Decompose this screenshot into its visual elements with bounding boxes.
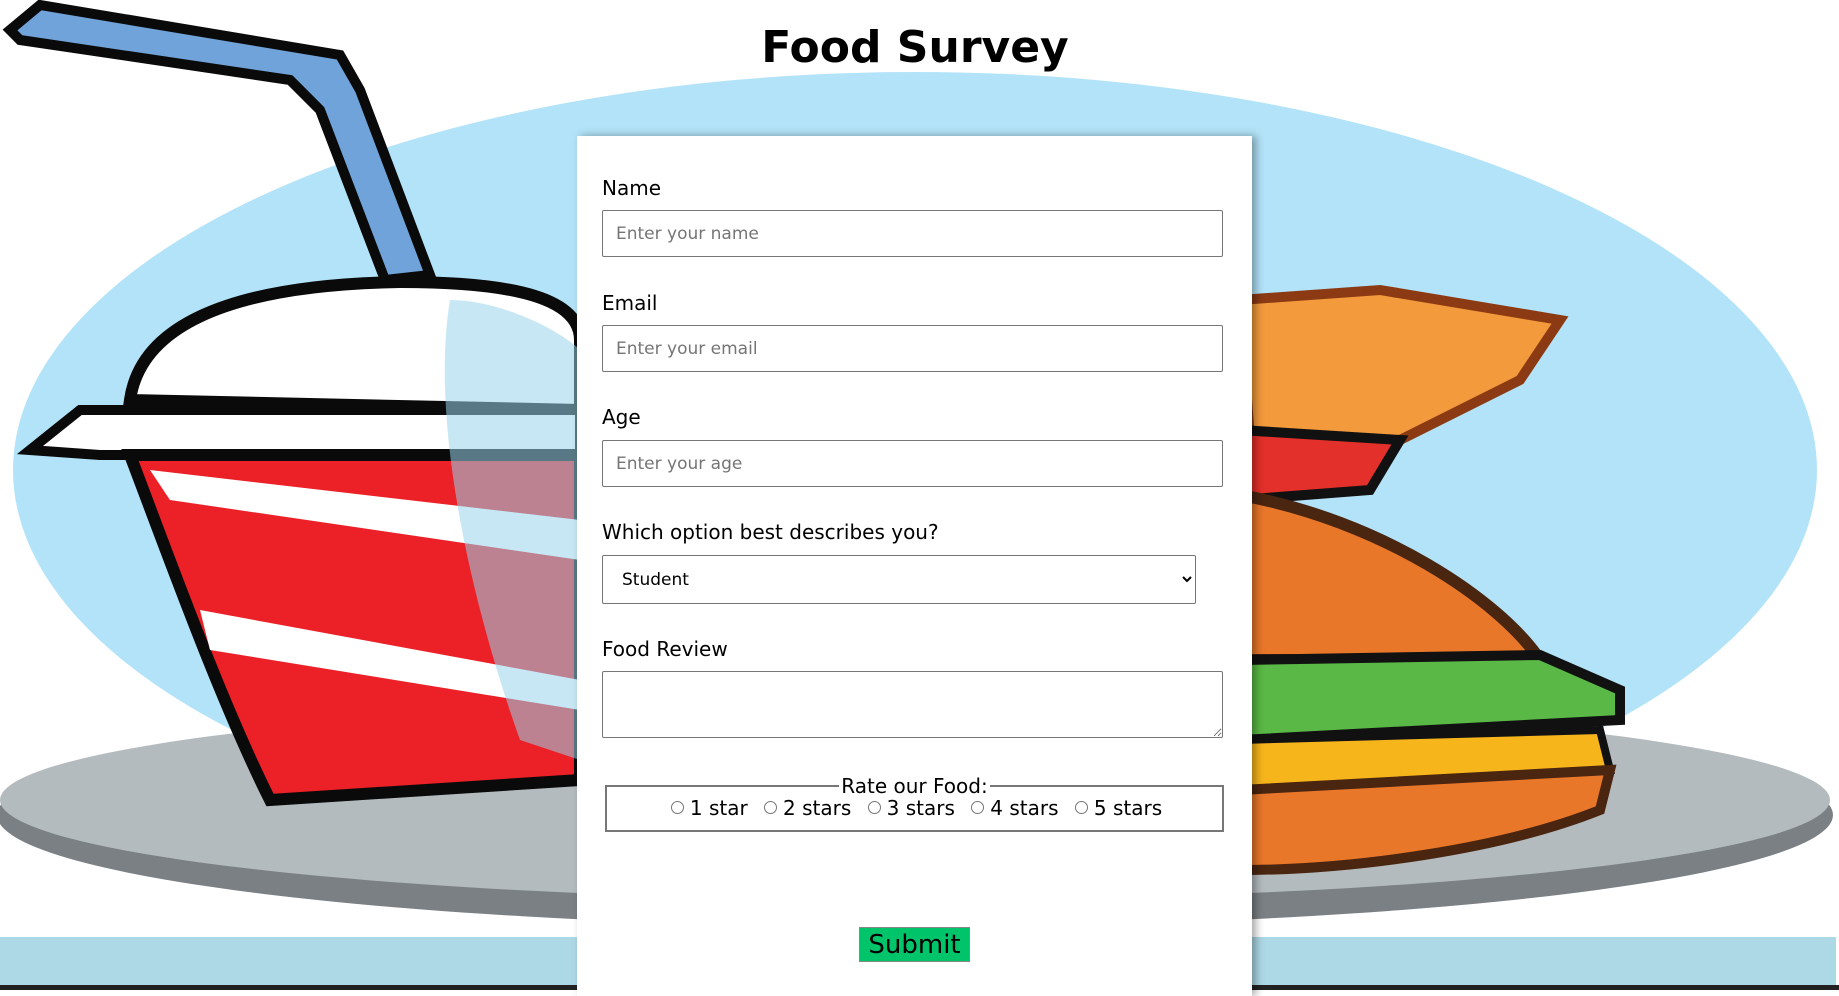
rating-option-4[interactable]: 4 stars — [967, 796, 1059, 820]
rating-legend: Rate our Food: — [841, 774, 988, 798]
submit-button[interactable]: Submit — [859, 927, 970, 962]
rating-option-label: 5 stars — [1093, 796, 1163, 820]
rating-option-label: 2 stars — [783, 796, 852, 820]
name-label: Name — [602, 176, 662, 200]
rating-option-3[interactable]: 3 stars — [864, 796, 955, 820]
rating-option-5[interactable]: 5 stars — [1071, 796, 1162, 820]
role-select[interactable]: Student — [602, 555, 1196, 604]
age-input[interactable] — [602, 440, 1223, 487]
rating-option-label: 1 star — [689, 796, 748, 820]
email-label: Email — [602, 291, 658, 315]
rating-radio-5[interactable] — [1074, 801, 1088, 814]
email-input[interactable] — [602, 325, 1223, 372]
review-textarea[interactable] — [602, 671, 1223, 738]
rating-option-1[interactable]: 1 star — [667, 796, 748, 820]
name-input[interactable] — [602, 210, 1223, 257]
rating-options: 1 star 2 stars 3 stars 4 stars 5 stars — [607, 796, 1222, 820]
rating-option-label: 3 stars — [886, 796, 955, 820]
age-label: Age — [602, 405, 641, 429]
rating-option-2[interactable]: 2 stars — [760, 796, 851, 820]
rating-radio-2[interactable] — [764, 801, 778, 814]
review-label: Food Review — [602, 637, 728, 661]
rating-radio-3[interactable] — [867, 801, 881, 814]
rating-radio-4[interactable] — [971, 801, 985, 814]
survey-form: Name Email Age Which option best describ… — [577, 136, 1252, 996]
role-label: Which option best describes you? — [602, 520, 939, 544]
rating-option-label: 4 stars — [990, 796, 1059, 820]
rating-radio-1[interactable] — [670, 801, 684, 814]
rating-fieldset: Rate our Food: 1 star 2 stars 3 stars 4 … — [605, 774, 1224, 832]
page-title: Food Survey — [761, 22, 1069, 73]
